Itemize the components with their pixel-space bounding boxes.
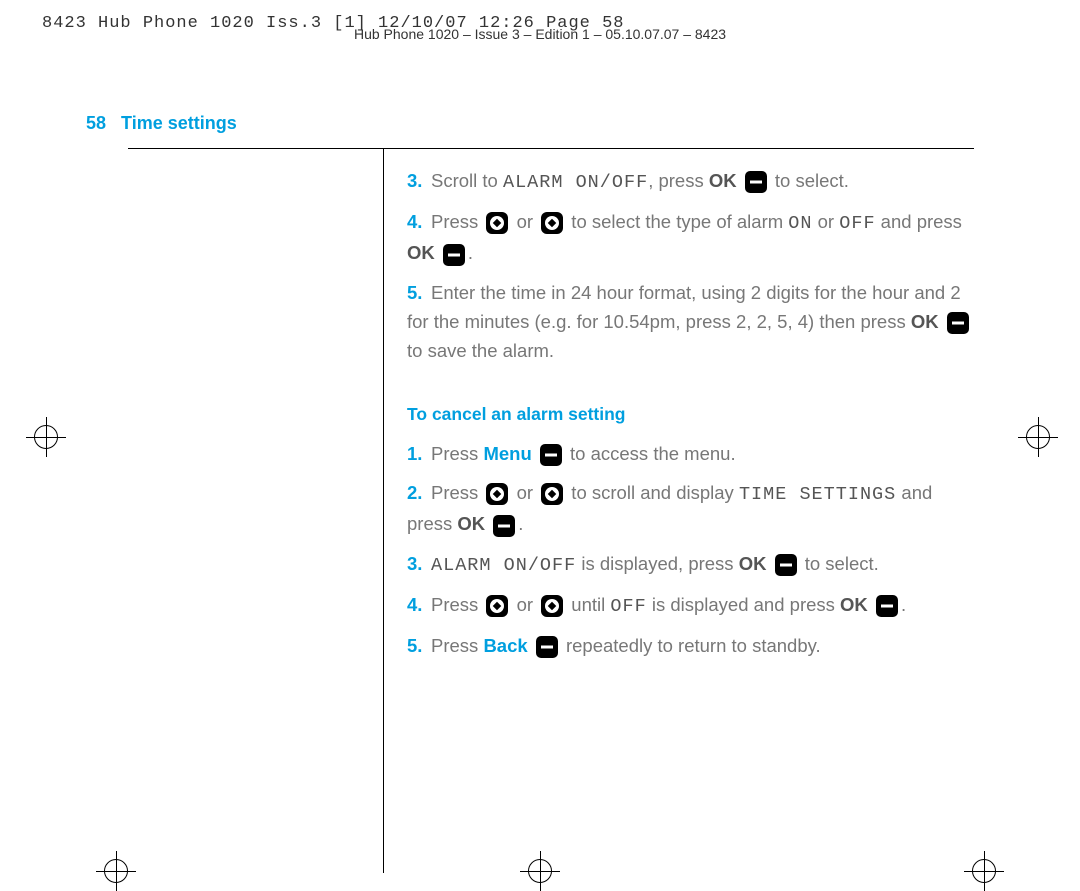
section-title: Time settings <box>121 113 237 133</box>
page-number: 58 <box>86 113 106 133</box>
ok-button-icon <box>775 554 797 576</box>
registration-mark-bottom-left <box>96 851 136 891</box>
nav-down-icon <box>541 212 563 234</box>
ok-button-icon <box>745 171 767 193</box>
cancel-step-3: 3.ALARM ON/OFF is displayed, press OK to… <box>407 549 974 580</box>
ok-button-icon <box>876 595 898 617</box>
menu-button-icon <box>540 444 562 466</box>
step-4: 4.Press or to select the type of alarm O… <box>407 207 974 267</box>
registration-mark-left <box>26 417 66 457</box>
cancel-step-1: 1.Press Menu to access the menu. <box>407 439 974 468</box>
step-5: 5.Enter the time in 24 hour format, usin… <box>407 278 974 366</box>
registration-mark-right <box>1018 417 1058 457</box>
horizontal-rule <box>128 148 974 149</box>
registration-mark-bottom-right <box>964 851 1004 891</box>
cancel-step-5: 5.Press Back repeatedly to return to sta… <box>407 631 974 660</box>
ok-button-icon <box>443 244 465 266</box>
ok-button-icon <box>493 515 515 537</box>
subheading-cancel-alarm: To cancel an alarm setting <box>407 399 974 429</box>
registration-mark-bottom-center <box>520 851 560 891</box>
ok-button-icon <box>947 312 969 334</box>
step-3: 3.Scroll to ALARM ON/OFF, press OK to se… <box>407 166 974 197</box>
nav-up-icon <box>486 595 508 617</box>
nav-up-icon <box>486 483 508 505</box>
cancel-step-2: 2.Press or to scroll and display TIME SE… <box>407 478 974 538</box>
nav-down-icon <box>541 595 563 617</box>
vertical-rule <box>383 148 384 873</box>
cancel-step-4: 4.Press or until OFF is displayed and pr… <box>407 590 974 621</box>
body-text: 3.Scroll to ALARM ON/OFF, press OK to se… <box>407 166 974 670</box>
page-heading: 58 Time settings <box>86 113 237 134</box>
print-header-2: Hub Phone 1020 – Issue 3 – Edition 1 – 0… <box>354 26 726 42</box>
nav-up-icon <box>486 212 508 234</box>
nav-down-icon <box>541 483 563 505</box>
back-button-icon <box>536 636 558 658</box>
